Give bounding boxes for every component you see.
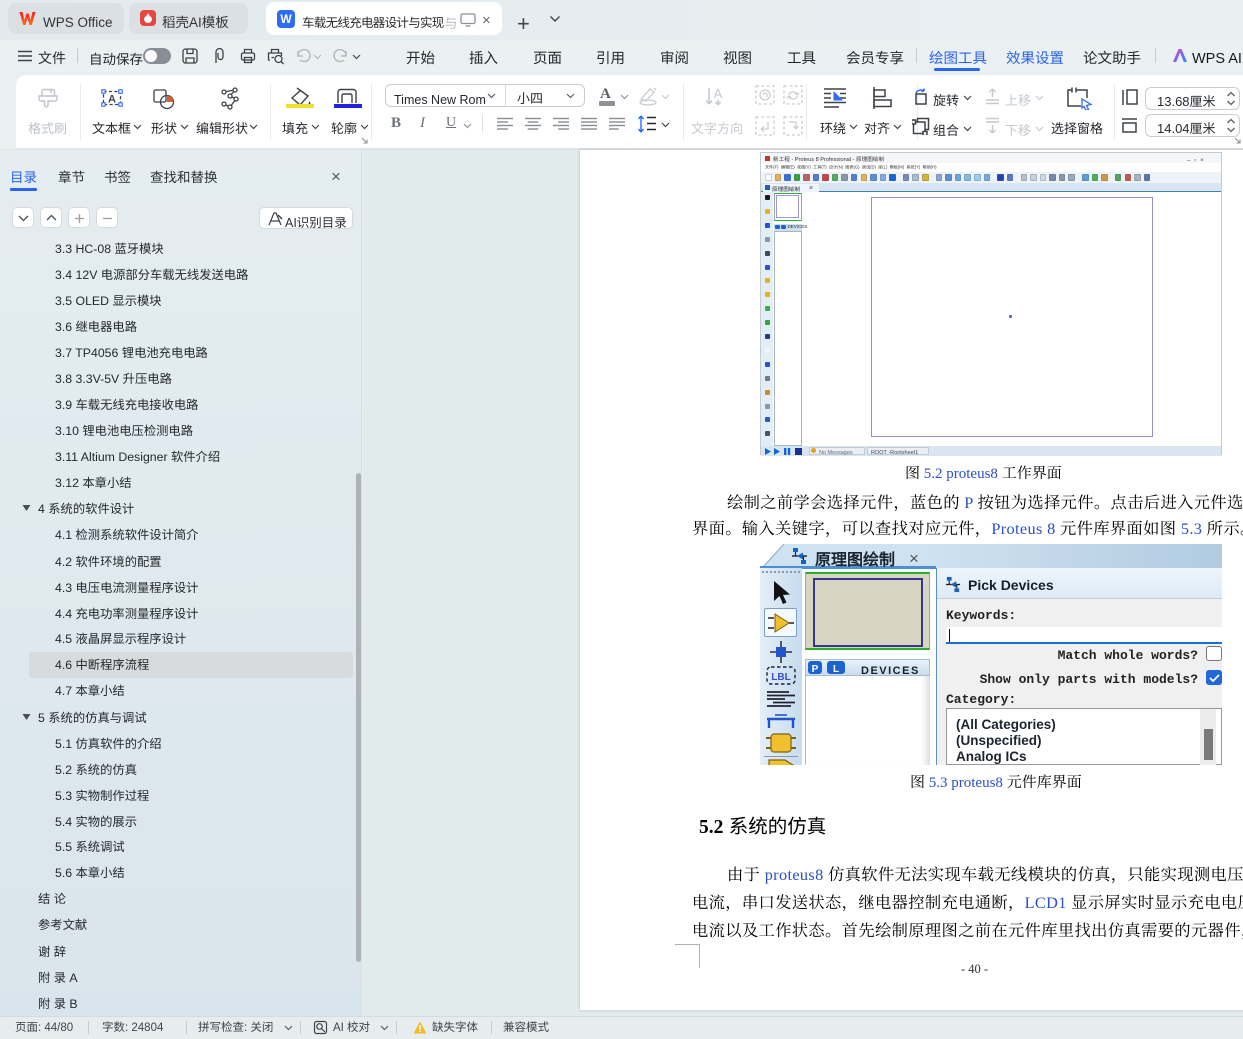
svg-text:LBL: LBL [771,672,790,683]
svg-text:A: A [714,86,723,101]
svg-text:A: A [108,94,116,106]
